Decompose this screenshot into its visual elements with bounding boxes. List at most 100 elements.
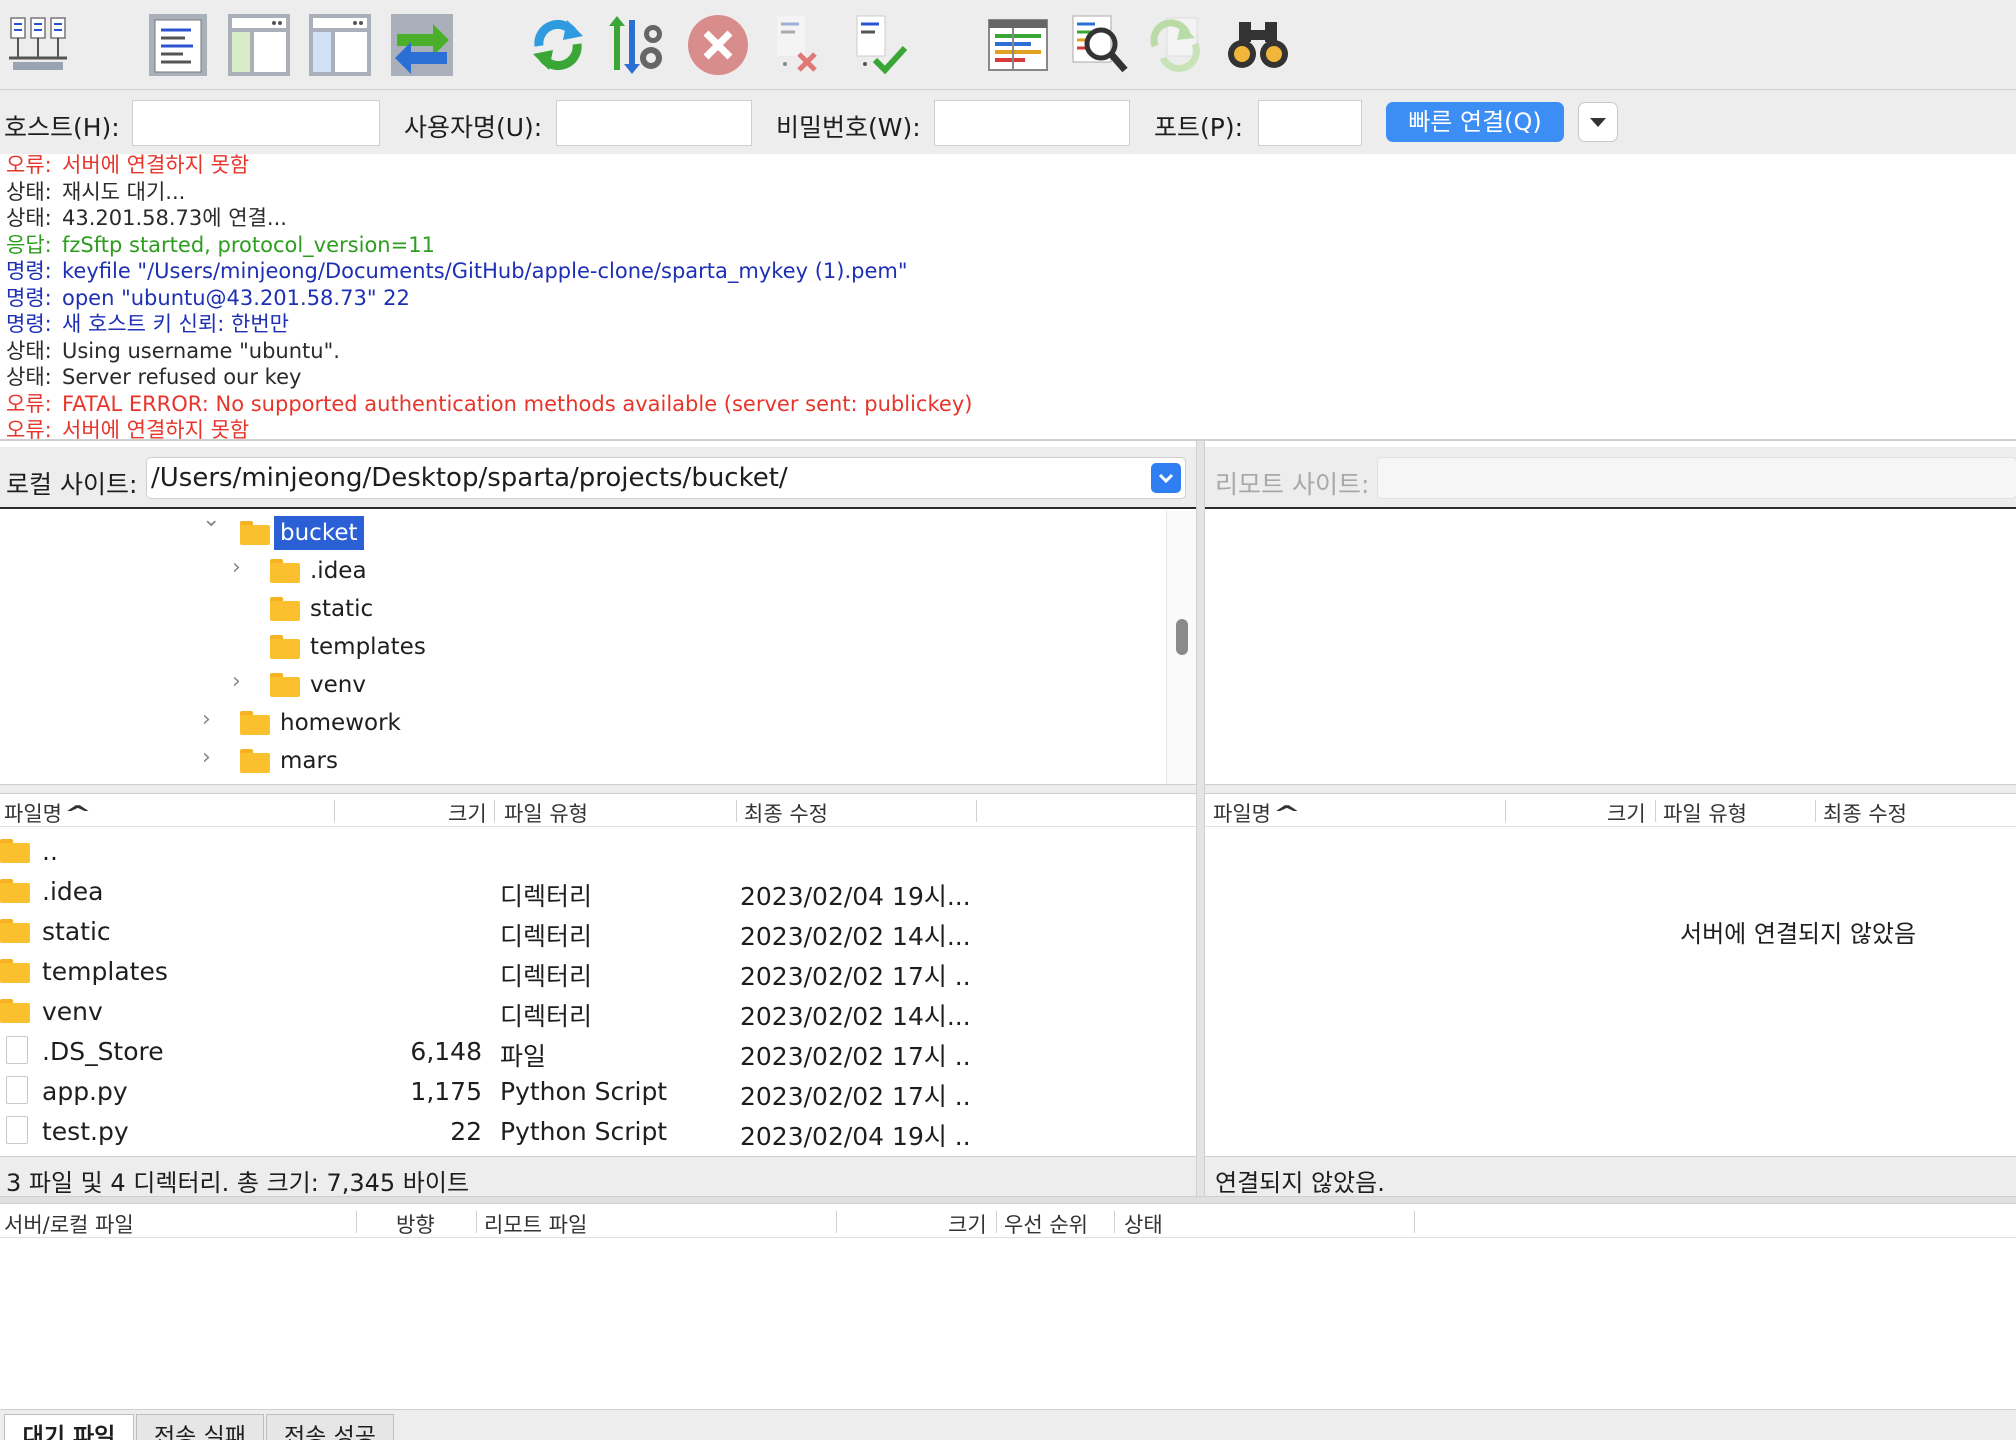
chevron-right-icon[interactable]: ›	[232, 669, 241, 694]
quickconnect-dropdown-button[interactable]	[1578, 102, 1618, 142]
port-input[interactable]	[1258, 100, 1362, 146]
log-text: keyfile "/Users/minjeong/Documents/GitHu…	[62, 259, 908, 283]
file-row[interactable]: app.py 1,175 Python Script 2023/02/02 17시 .…	[0, 1073, 1196, 1111]
remote-path-combobox[interactable]	[1377, 457, 2016, 499]
directory-filter-icon[interactable]	[982, 6, 1054, 84]
local-tree-scrollbar[interactable]	[1166, 511, 1196, 785]
folder-icon	[270, 673, 300, 697]
file-row[interactable]: test.py 22 Python Script 2023/02/04 19시 ..	[0, 1113, 1196, 1151]
column-divider[interactable]	[1505, 800, 1506, 822]
tab-queued-files[interactable]: 대기 파일	[4, 1414, 134, 1440]
column-divider[interactable]	[736, 800, 737, 822]
file-row[interactable]: venv 디렉터리 2023/02/02 14시...	[0, 993, 1196, 1031]
column-divider[interactable]	[476, 1211, 477, 1233]
tree-item-label: templates	[310, 634, 426, 660]
column-size[interactable]: 크기	[448, 798, 487, 828]
column-filename[interactable]: 파일명 ^	[4, 798, 92, 828]
column-divider[interactable]	[1655, 800, 1656, 822]
file-row[interactable]: static 디렉터리 2023/02/02 14시...	[0, 913, 1196, 951]
disconnect-icon[interactable]	[762, 6, 834, 84]
column-filename[interactable]: 파일명 ^	[1213, 798, 1301, 828]
message-log[interactable]: 오류: 서버에 연결하지 못함 상태: 재시도 대기... 상태: 43.201.58.7…	[0, 154, 2016, 441]
log-text: Using username "ubuntu".	[62, 338, 340, 363]
queue-splitter[interactable]	[0, 1196, 2016, 1204]
local-path-combobox[interactable]: /Users/minjeong/Desktop/sparta/projects/…	[146, 457, 1186, 499]
tree-item[interactable]: .idea	[270, 553, 373, 589]
tree-item-label: venv	[310, 672, 366, 698]
column-divider[interactable]	[334, 800, 335, 822]
tree-item[interactable]: static	[270, 591, 379, 627]
tab-failed-transfers[interactable]: 전송 실패	[136, 1414, 264, 1440]
chevron-right-icon[interactable]: ›	[202, 745, 211, 770]
queue-header: 서버/로컬 파일 방향 리모트 파일 크기 우선 순위 상태	[0, 1204, 2016, 1238]
host-input[interactable]	[132, 100, 380, 146]
tree-item[interactable]: bucket	[240, 515, 364, 551]
tree-item[interactable]: mars	[240, 743, 344, 779]
directory-compare-icon[interactable]	[1062, 6, 1134, 84]
chevron-right-icon[interactable]: ›	[202, 707, 211, 732]
file-name: templates	[42, 957, 168, 986]
filezilla-window: 호스트(H): 사용자명(U): 비밀번호(W): 포트(P): 빠른 연결(Q…	[0, 0, 2016, 1440]
column-type[interactable]: 파일 유형	[504, 798, 588, 828]
transfer-queue-list[interactable]	[0, 1238, 2016, 1410]
local-path-dropdown-button[interactable]	[1151, 463, 1181, 493]
file-icon	[6, 1076, 28, 1104]
quickconnect-button[interactable]: 빠른 연결(Q)	[1386, 102, 1564, 142]
column-divider[interactable]	[996, 1211, 997, 1233]
log-prefix: 명령:	[6, 285, 52, 310]
local-tree-splitter[interactable]	[0, 784, 1196, 794]
process-queue-icon[interactable]	[602, 6, 674, 84]
column-divider[interactable]	[836, 1211, 837, 1233]
tree-item[interactable]: venv	[270, 667, 372, 703]
column-divider[interactable]	[1114, 1211, 1115, 1233]
file-size: 6,148	[410, 1037, 482, 1066]
column-modified[interactable]: 최종 수정	[744, 798, 828, 828]
file-row[interactable]: ..	[0, 833, 1196, 871]
file-row[interactable]: templates 디렉터리 2023/02/02 17시 ..	[0, 953, 1196, 991]
tree-item[interactable]: homework	[240, 705, 407, 741]
column-divider[interactable]	[1815, 800, 1816, 822]
remote-tree-splitter[interactable]	[1205, 784, 2016, 794]
chevron-right-icon[interactable]: ›	[232, 555, 241, 580]
toggle-message-log-icon[interactable]	[142, 6, 214, 84]
column-server-local-file[interactable]: 서버/로컬 파일	[4, 1209, 134, 1239]
folder-icon	[0, 919, 30, 943]
password-input[interactable]	[934, 100, 1130, 146]
column-size[interactable]: 크기	[1607, 798, 1646, 828]
column-divider[interactable]	[494, 800, 495, 822]
file-row[interactable]: .DS_Store 6,148 파일 2023/02/02 17시 ..	[0, 1033, 1196, 1071]
column-status[interactable]: 상태	[1124, 1209, 1163, 1239]
reconnect-icon[interactable]	[842, 6, 914, 84]
remote-site-bar: 리모트 사이트:	[1205, 447, 2016, 509]
toggle-transfer-queue-icon[interactable]	[386, 6, 458, 84]
tab-successful-transfers[interactable]: 전송 성공	[266, 1414, 394, 1440]
site-manager-icon[interactable]	[2, 6, 74, 84]
log-prefix: 오류:	[6, 418, 52, 441]
tree-item[interactable]: templates	[270, 629, 432, 665]
refresh-icon[interactable]	[522, 6, 594, 84]
scrollbar-thumb[interactable]	[1176, 619, 1188, 655]
toggle-remote-tree-icon[interactable]	[304, 6, 376, 84]
column-divider[interactable]	[1414, 1211, 1415, 1233]
column-divider[interactable]	[976, 800, 977, 822]
column-size[interactable]: 크기	[948, 1209, 987, 1239]
toggle-local-tree-icon[interactable]	[223, 6, 295, 84]
sync-browsing-icon[interactable]	[1142, 6, 1214, 84]
column-direction[interactable]: 방향	[396, 1209, 435, 1239]
log-line: 상태: Using username "ubuntu".	[6, 338, 340, 364]
column-remote-file[interactable]: 리모트 파일	[484, 1209, 587, 1239]
sort-ascending-icon: ^	[63, 802, 92, 826]
cancel-icon[interactable]	[682, 6, 754, 84]
username-input[interactable]	[556, 100, 752, 146]
local-directory-tree[interactable]: ⌄ bucket › .idea static templates › venv › homewo…	[0, 511, 1196, 785]
column-divider[interactable]	[356, 1211, 357, 1233]
column-priority[interactable]: 우선 순위	[1004, 1209, 1088, 1239]
pane-splitter[interactable]	[1196, 441, 1205, 1196]
column-modified[interactable]: 최종 수정	[1823, 798, 1907, 828]
search-remote-files-icon[interactable]	[1222, 6, 1294, 84]
file-row[interactable]: .idea 디렉터리 2023/02/04 19시...	[0, 873, 1196, 911]
chevron-down-icon[interactable]: ⌄	[202, 511, 220, 532]
log-line: 명령: keyfile "/Users/minjeong/Documents/Gi…	[6, 258, 908, 284]
local-file-list-header: 파일명 ^ 크기 파일 유형 최종 수정	[0, 795, 1196, 827]
column-type[interactable]: 파일 유형	[1663, 798, 1747, 828]
